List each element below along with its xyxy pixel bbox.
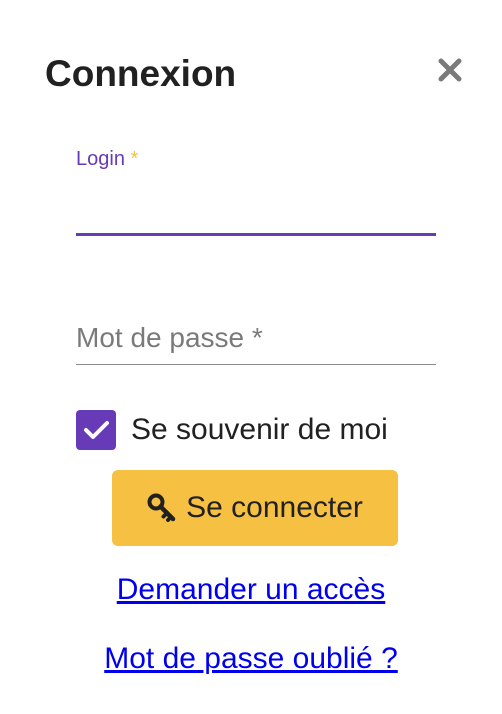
checkbox-box[interactable]	[76, 410, 116, 450]
forgot-password-row: Mot de passe oublié ?	[0, 641, 502, 677]
login-field: Login *	[76, 145, 436, 239]
login-button-label: Se connecter	[186, 491, 363, 524]
login-input[interactable]	[76, 187, 436, 231]
request-access-link[interactable]: Demander un accès	[117, 573, 385, 606]
password-input[interactable]	[76, 314, 436, 362]
forgot-password-link[interactable]: Mot de passe oublié ?	[104, 642, 398, 675]
close-icon	[438, 58, 462, 82]
login-label: Login *	[76, 147, 138, 171]
login-button[interactable]: Se connecter	[112, 470, 398, 546]
login-label-text: Login	[76, 148, 125, 170]
password-field	[76, 314, 436, 368]
request-access-row: Demander un accès	[0, 572, 502, 608]
password-underline	[76, 364, 436, 365]
key-icon	[147, 493, 177, 523]
dialog-title: Connexion	[45, 53, 237, 94]
login-dialog: Connexion Login * Se souvenir de moi Se …	[0, 0, 502, 714]
required-marker: *	[130, 148, 139, 170]
checkmark-icon	[84, 421, 109, 439]
close-button[interactable]	[436, 56, 464, 84]
remember-me-checkbox[interactable]: Se souvenir de moi	[76, 410, 388, 450]
remember-me-label: Se souvenir de moi	[131, 413, 388, 446]
login-underline	[76, 233, 436, 236]
